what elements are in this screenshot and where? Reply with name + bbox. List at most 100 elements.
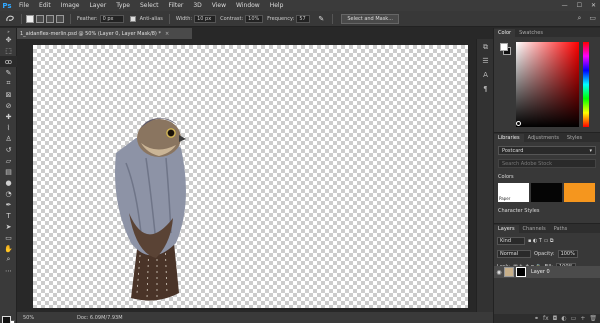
colors-section-title[interactable]: Colors [498, 174, 596, 180]
blur-tool-icon[interactable]: ● [0, 177, 17, 188]
zoom-tool-icon[interactable]: ⌕ [0, 254, 17, 265]
menu-type[interactable]: Type [111, 2, 135, 9]
menu-layer[interactable]: Layer [84, 2, 111, 9]
paragraph-panel-icon[interactable]: ¶ [477, 83, 494, 95]
new-group-icon[interactable]: ▭ [571, 315, 577, 322]
properties-panel-icon[interactable]: ☰ [477, 55, 494, 67]
maximize-button[interactable]: ☐ [577, 2, 582, 9]
type-tool-icon[interactable]: T [0, 210, 17, 221]
color-chip-orange[interactable] [564, 183, 595, 202]
quick-selection-tool-icon[interactable]: ✎ [0, 67, 17, 78]
tab-styles[interactable]: Styles [563, 134, 586, 142]
clone-stamp-tool-icon[interactable]: ♙ [0, 133, 17, 144]
history-brush-tool-icon[interactable]: ↺ [0, 144, 17, 155]
pen-tool-icon[interactable]: ✒ [0, 199, 17, 210]
right-panels: Color Swatches Libraries Adjustments Sty… [493, 28, 600, 323]
frame-tool-icon[interactable]: ⊠ [0, 89, 17, 100]
library-dropdown[interactable]: Postcard ▾ [498, 146, 596, 155]
tab-color[interactable]: Color [494, 29, 516, 37]
minimize-button[interactable]: — [562, 2, 568, 9]
tab-swatches[interactable]: Swatches [515, 29, 547, 37]
menu-help[interactable]: Help [265, 2, 289, 9]
new-selection-button[interactable] [26, 14, 34, 23]
menu-window[interactable]: Window [231, 2, 265, 9]
contrast-input[interactable]: 10% [245, 14, 264, 23]
visibility-eye-icon[interactable]: ◉ [494, 269, 504, 276]
layer-row[interactable]: ◉ Layer 0 [494, 266, 600, 278]
document-title: 1_aidanflex-merlin.psd @ 50% (Layer 0, L… [20, 30, 161, 37]
tablet-pressure-icon[interactable]: ✎ [314, 13, 328, 25]
search-icon[interactable]: ⌕ [577, 14, 581, 23]
menu-file[interactable]: File [14, 2, 34, 9]
color-swatches[interactable] [2, 316, 16, 323]
color-picker-field[interactable] [516, 42, 579, 127]
layer-kind-filter[interactable]: Kind [497, 237, 525, 245]
intersect-selection-button[interactable] [56, 14, 64, 23]
layer-thumbnail[interactable] [504, 267, 514, 277]
tab-libraries[interactable]: Libraries [494, 134, 524, 142]
gradient-tool-icon[interactable]: ▤ [0, 166, 17, 177]
dodge-tool-icon[interactable]: ◔ [0, 188, 17, 199]
tab-layers[interactable]: Layers [494, 225, 519, 233]
anti-alias-label: Anti-alias [139, 15, 163, 22]
brush-tool-icon[interactable]: ⌇ [0, 122, 17, 133]
crop-tool-icon[interactable]: ⌗ [0, 78, 17, 89]
magnetic-lasso-tool-preset-icon[interactable] [3, 13, 17, 25]
add-to-selection-button[interactable] [36, 14, 44, 23]
foreground-color-chip[interactable] [500, 43, 508, 51]
new-layer-icon[interactable]: + [580, 315, 585, 322]
menubar: Ps File Edit Image Layer Type Select Fil… [0, 0, 600, 11]
layer-mask-thumbnail[interactable] [516, 267, 526, 277]
width-input[interactable]: 10 px [194, 14, 217, 23]
eyedropper-tool-icon[interactable]: ⊘ [0, 100, 17, 111]
menu-view[interactable]: View [207, 2, 231, 9]
add-mask-icon[interactable]: ◘ [553, 315, 558, 322]
tab-adjustments[interactable]: Adjustments [524, 134, 563, 142]
character-panel-icon[interactable]: A [477, 69, 494, 81]
add-style-icon[interactable]: fx [543, 315, 549, 322]
tab-channels[interactable]: Channels [519, 225, 550, 233]
width-label: Width: [175, 15, 193, 22]
filter-icons[interactable]: ▪ ◐ T ▭ ⧉ [528, 238, 553, 244]
subtract-from-selection-button[interactable] [46, 14, 54, 23]
character-styles-section-title[interactable]: Character Styles [498, 208, 596, 214]
zoom-level[interactable]: 50% [17, 315, 47, 321]
opacity-input[interactable]: 100% [557, 250, 578, 258]
canvas[interactable] [33, 45, 468, 308]
hue-slider[interactable] [583, 42, 589, 127]
adjustment-layer-icon[interactable]: ◐ [561, 315, 566, 322]
blend-mode-select[interactable]: Normal [497, 250, 531, 258]
more-tools-icon[interactable]: ⋯ [0, 265, 17, 276]
color-chip-black[interactable] [531, 183, 562, 202]
marquee-tool-icon[interactable]: ⬚ [0, 45, 17, 56]
layer-name[interactable]: Layer 0 [531, 269, 550, 275]
healing-brush-tool-icon[interactable]: ✚ [0, 111, 17, 122]
document-tab[interactable]: 1_aidanflex-merlin.psd @ 50% (Layer 0, L… [17, 28, 192, 39]
color-chip-paper[interactable]: Paper [498, 183, 529, 202]
foreground-color-swatch[interactable] [2, 316, 11, 323]
menu-filter[interactable]: Filter [164, 2, 189, 9]
frequency-input[interactable]: 57 [296, 14, 311, 23]
eraser-tool-icon[interactable]: ▱ [0, 155, 17, 166]
link-layers-icon[interactable]: ⚭ [534, 315, 539, 322]
move-tool-icon[interactable]: ✥ [0, 34, 17, 45]
workspace-icon[interactable]: ▭ [589, 14, 596, 23]
color-picker-cursor[interactable] [516, 121, 521, 126]
menu-image[interactable]: Image [56, 2, 85, 9]
menu-edit[interactable]: Edit [34, 2, 56, 9]
menu-3d[interactable]: 3D [188, 2, 206, 9]
path-selection-tool-icon[interactable]: ➤ [0, 221, 17, 232]
hand-tool-icon[interactable]: ✋ [0, 243, 17, 254]
close-window-button[interactable]: ✕ [591, 2, 596, 9]
history-panel-icon[interactable]: ⧉ [477, 41, 494, 53]
stock-search-input[interactable]: Search Adobe Stock [498, 159, 596, 168]
rectangle-tool-icon[interactable]: ▭ [0, 232, 17, 243]
anti-alias-checkbox[interactable] [129, 15, 136, 22]
tab-paths[interactable]: Paths [550, 225, 572, 233]
menu-select[interactable]: Select [135, 2, 164, 9]
select-and-mask-button[interactable]: Select and Mask... [341, 13, 399, 24]
delete-layer-icon[interactable]: 🗑 [589, 315, 597, 322]
close-document-icon[interactable]: × [165, 31, 169, 37]
lasso-tool-icon[interactable]: ꝏ [0, 56, 17, 67]
feather-input[interactable]: 0 px [99, 14, 124, 23]
